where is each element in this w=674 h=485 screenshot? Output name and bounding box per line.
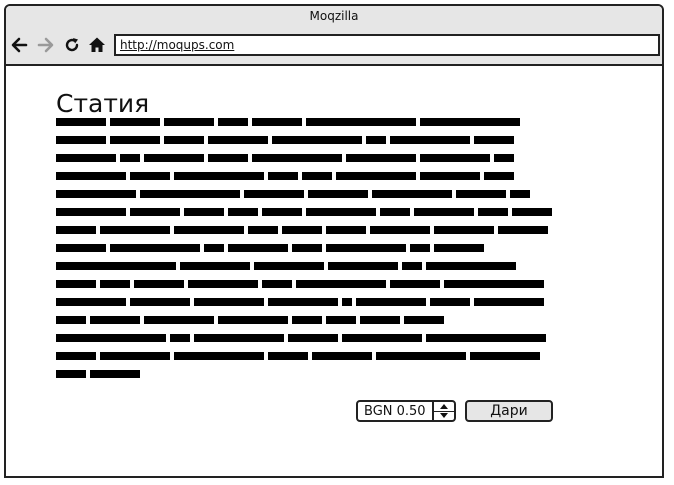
text-line xyxy=(56,154,556,162)
home-icon xyxy=(89,37,105,52)
article-text-placeholder xyxy=(56,118,556,388)
back-button[interactable] xyxy=(10,36,28,54)
text-line xyxy=(56,208,556,216)
text-line xyxy=(56,262,556,270)
article-title: Статия xyxy=(56,88,150,118)
stepper-decrement-button[interactable] xyxy=(434,411,454,420)
home-button[interactable] xyxy=(88,36,106,54)
page-content: Статия BGN 0.50 Дари xyxy=(6,66,662,476)
forward-button[interactable] xyxy=(37,36,55,54)
window-title: Moqzilla xyxy=(309,9,359,23)
text-line xyxy=(56,226,556,234)
text-line xyxy=(56,316,556,324)
donate-button[interactable]: Дари xyxy=(465,400,553,422)
arrow-right-icon xyxy=(37,37,54,53)
browser-chrome: Moqzilla http://moqups.com xyxy=(6,6,662,66)
stepper-buttons xyxy=(432,402,454,420)
caret-down-icon xyxy=(440,413,448,418)
text-line xyxy=(56,334,556,342)
reload-icon xyxy=(65,38,79,52)
text-line xyxy=(56,190,556,198)
text-line xyxy=(56,352,556,360)
caret-up-icon xyxy=(440,404,448,409)
text-line xyxy=(56,370,556,378)
amount-value: BGN 0.50 xyxy=(364,404,426,419)
text-line xyxy=(56,172,556,180)
reload-button[interactable] xyxy=(63,36,81,54)
browser-window: Moqzilla http://moqups.com Статия BGN 0.… xyxy=(4,4,664,478)
url-bar[interactable]: http://moqups.com xyxy=(114,34,660,56)
text-line xyxy=(56,244,556,252)
text-line xyxy=(56,136,556,144)
amount-stepper[interactable]: BGN 0.50 xyxy=(356,400,456,422)
url-text: http://moqups.com xyxy=(120,38,235,52)
text-line xyxy=(56,298,556,306)
arrow-left-icon xyxy=(11,37,28,53)
text-line xyxy=(56,118,556,126)
text-line xyxy=(56,280,556,288)
